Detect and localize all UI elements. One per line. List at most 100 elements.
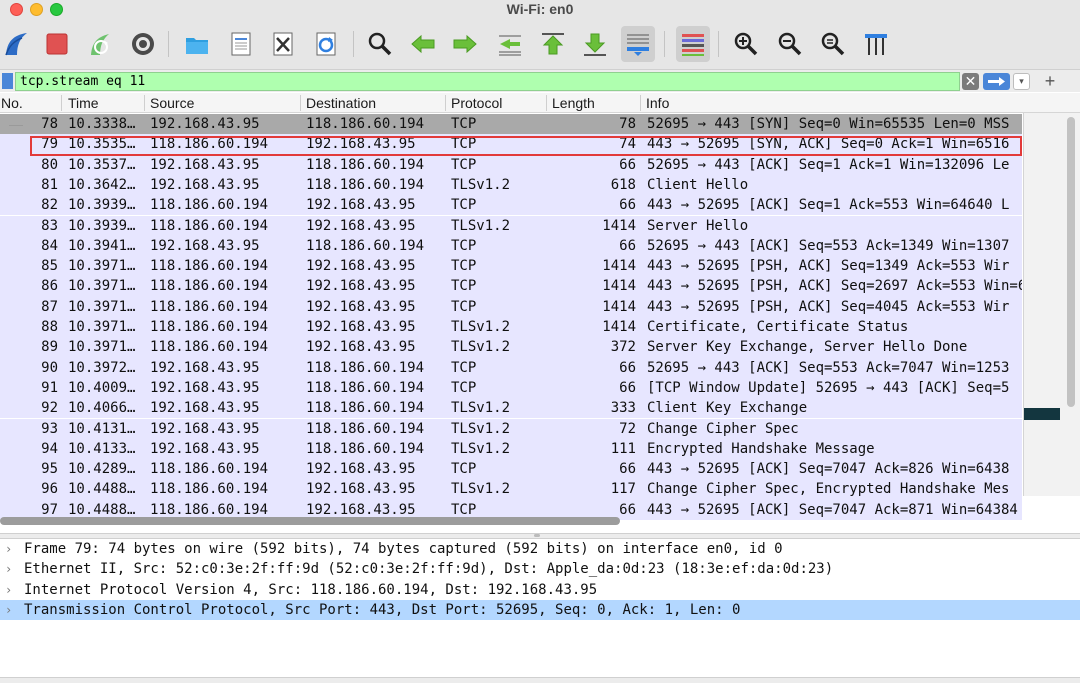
- column-header-length[interactable]: Length: [552, 95, 595, 111]
- packet-cell-proto: TCP: [451, 258, 477, 275]
- packet-cell-proto: TCP: [451, 197, 477, 214]
- reload-file-icon[interactable]: [309, 26, 343, 62]
- packet-cell-time: 10.3971…: [68, 319, 136, 335]
- packet-cell-dst: 192.168.43.95: [306, 278, 416, 295]
- colorize-icon[interactable]: [676, 26, 710, 62]
- packet-cell-len: 74: [619, 136, 636, 153]
- packet-row[interactable]: 82 10.3939… 118.186.60.194 192.168.43.95 TCP…: [0, 195, 1022, 216]
- packet-cell-dst: 192.168.43.95: [306, 258, 416, 275]
- column-header-destination[interactable]: Destination: [306, 95, 376, 111]
- expand-arrow-icon[interactable]: ›: [5, 601, 12, 619]
- detail-tree-item[interactable]: › Frame 79: 74 bytes on wire (592 bits), …: [0, 539, 1080, 559]
- packet-cell-info: [TCP Window Update] 52695 → 443 [ACK] Se…: [647, 379, 1010, 396]
- column-header-source[interactable]: Source: [150, 95, 194, 111]
- vertical-scrollbar[interactable]: [1067, 117, 1075, 407]
- packet-row[interactable]: 90 10.3972… 192.168.43.95 118.186.60.194 TCP…: [0, 357, 1022, 378]
- apply-filter-icon[interactable]: [983, 73, 1010, 90]
- bottom-splitter[interactable]: [0, 677, 1080, 683]
- packet-row[interactable]: 83 10.3939… 118.186.60.194 192.168.43.95 TLS…: [0, 215, 1022, 236]
- packet-cell-src: 192.168.43.95: [150, 440, 260, 457]
- column-header-time[interactable]: Time: [68, 95, 99, 111]
- packet-row[interactable]: 80 10.3537… 192.168.43.95 118.186.60.194 TCP…: [0, 154, 1022, 175]
- zoom-normal-icon[interactable]: [816, 26, 850, 62]
- filter-history-dropdown[interactable]: ▾: [1013, 73, 1030, 90]
- packet-cell-src: 192.168.43.95: [150, 420, 260, 437]
- packet-cell-no: 95: [41, 461, 58, 478]
- packet-cell-time: 10.3971…: [68, 278, 136, 295]
- restart-capture-icon[interactable]: [84, 26, 118, 62]
- minimap-position-marker: [1024, 408, 1060, 420]
- detail-tree-item[interactable]: › Transmission Control Protocol, Src Port…: [0, 599, 1080, 620]
- add-filter-button[interactable]: +: [1040, 70, 1060, 92]
- packet-row[interactable]: 87 10.3971… 118.186.60.194 192.168.43.95 TCP…: [0, 296, 1022, 317]
- packet-cell-dst: 118.186.60.194: [306, 116, 425, 132]
- open-file-icon[interactable]: [180, 26, 214, 62]
- packet-row[interactable]: 93 10.4131… 192.168.43.95 118.186.60.194 TLS…: [0, 418, 1022, 439]
- capture-options-icon[interactable]: [126, 26, 160, 62]
- detail-tree-item[interactable]: › Ethernet II, Src: 52:c0:3e:2f:ff:9d (52…: [0, 559, 1080, 579]
- filter-bookmark-icon[interactable]: [2, 73, 13, 89]
- save-file-icon[interactable]: [224, 26, 258, 62]
- packet-row[interactable]: 85 10.3971… 118.186.60.194 192.168.43.95 TCP…: [0, 256, 1022, 277]
- packet-cell-time: 10.3535…: [68, 136, 136, 153]
- packet-row[interactable]: 86 10.3971… 118.186.60.194 192.168.43.95 TCP…: [0, 276, 1022, 297]
- packet-row[interactable]: 92 10.4066… 192.168.43.95 118.186.60.194 TLS…: [0, 398, 1022, 419]
- packet-row[interactable]: 95 10.4289… 118.186.60.194 192.168.43.95 TCP…: [0, 459, 1022, 480]
- close-file-icon[interactable]: [266, 26, 300, 62]
- packet-cell-len: 333: [610, 400, 636, 417]
- column-header-no[interactable]: No.: [1, 95, 23, 111]
- packet-cell-len: 66: [619, 461, 636, 478]
- horizontal-scrollbar[interactable]: [0, 517, 620, 525]
- packet-cell-time: 10.3972…: [68, 359, 136, 376]
- detail-tree-item[interactable]: › Internet Protocol Version 4, Src: 118.1…: [0, 580, 1080, 600]
- go-first-icon[interactable]: [536, 26, 570, 62]
- packet-cell-src: 192.168.43.95: [150, 116, 260, 132]
- packet-row[interactable]: 94 10.4133… 192.168.43.95 118.186.60.194 TLS…: [0, 438, 1022, 460]
- autoscroll-icon[interactable]: [621, 26, 655, 62]
- packet-row[interactable]: 96 10.4488… 118.186.60.194 192.168.43.95 TLS…: [0, 479, 1022, 500]
- go-last-icon[interactable]: [578, 26, 612, 62]
- go-to-packet-icon[interactable]: [493, 26, 527, 62]
- packet-row[interactable]: 91 10.4009… 192.168.43.95 118.186.60.194 TCP…: [0, 377, 1022, 399]
- packet-row[interactable]: 84 10.3941… 192.168.43.95 118.186.60.194 TCP…: [0, 235, 1022, 257]
- go-forward-icon[interactable]: [448, 26, 482, 62]
- packet-cell-proto: TCP: [451, 156, 477, 173]
- packet-cell-info: 52695 → 443 [ACK] Seq=553 Ack=7047 Win=1…: [647, 359, 1010, 376]
- packet-cell-src: 118.186.60.194: [150, 461, 269, 478]
- zoom-out-icon[interactable]: [773, 26, 807, 62]
- resize-columns-icon[interactable]: [859, 26, 893, 62]
- expand-arrow-icon[interactable]: ›: [5, 560, 12, 578]
- find-packet-icon[interactable]: [363, 26, 397, 62]
- packet-cell-proto: TLSv1.2: [451, 217, 511, 234]
- packet-row[interactable]: 88 10.3971… 118.186.60.194 192.168.43.95 TLS…: [0, 317, 1022, 338]
- packet-cell-no: 83: [41, 217, 58, 234]
- start-capture-icon[interactable]: [0, 26, 34, 62]
- column-header-info[interactable]: Info: [646, 95, 669, 111]
- go-back-icon[interactable]: [406, 26, 440, 62]
- packet-row[interactable]: 89 10.3971… 118.186.60.194 192.168.43.95 TLS…: [0, 337, 1022, 358]
- packet-cell-len: 1414: [602, 298, 636, 315]
- packet-cell-len: 1414: [602, 278, 636, 295]
- packet-cell-src: 118.186.60.194: [150, 217, 269, 234]
- column-header-protocol[interactable]: Protocol: [451, 95, 502, 111]
- expand-arrow-icon[interactable]: ›: [5, 540, 12, 558]
- packet-row[interactable]: 79 10.3535… 118.186.60.194 192.168.43.95 TCP…: [0, 134, 1022, 155]
- packet-cell-src: 192.168.43.95: [150, 176, 260, 193]
- zoom-in-icon[interactable]: [729, 26, 763, 62]
- packet-cell-proto: TCP: [451, 116, 477, 132]
- packet-row[interactable]: 78 10.3338… 192.168.43.95 118.186.60.194 TCP…: [0, 114, 1022, 135]
- packet-cell-time: 10.3537…: [68, 156, 136, 173]
- stop-capture-icon[interactable]: [40, 26, 74, 62]
- expand-arrow-icon[interactable]: ›: [5, 581, 12, 599]
- packet-list[interactable]: No. Time Source Destination Protocol Len…: [0, 93, 1080, 533]
- clear-filter-icon[interactable]: ✕: [962, 73, 979, 90]
- packet-cell-no: 89: [41, 339, 58, 356]
- packet-cell-time: 10.4131…: [68, 420, 136, 437]
- packet-cell-src: 192.168.43.95: [150, 379, 260, 396]
- packet-row[interactable]: 81 10.3642… 192.168.43.95 118.186.60.194 TLS…: [0, 174, 1022, 196]
- packet-cell-proto: TLSv1.2: [451, 339, 511, 356]
- display-filter-input[interactable]: tcp.stream eq 11: [15, 72, 960, 91]
- packet-details[interactable]: › Frame 79: 74 bytes on wire (592 bits), …: [0, 539, 1080, 677]
- packet-cell-time: 10.4488…: [68, 481, 136, 498]
- packet-cell-dst: 118.186.60.194: [306, 379, 425, 396]
